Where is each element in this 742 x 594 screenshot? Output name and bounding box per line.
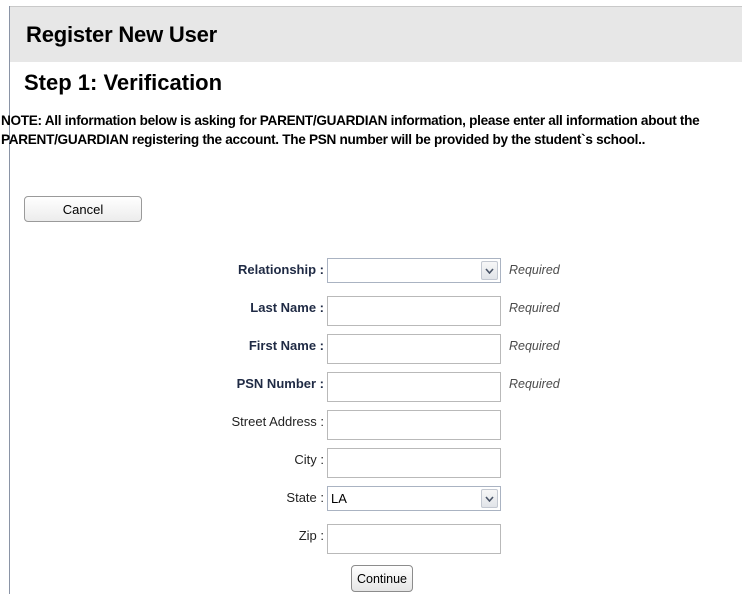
relationship-row: Relationship : Required	[0, 258, 742, 284]
psn-number-required: Required	[509, 377, 560, 391]
first-name-field[interactable]	[327, 334, 501, 364]
psn-number-label: PSN Number :	[236, 376, 324, 391]
zip-label: Zip :	[298, 528, 324, 543]
page-title: Register New User	[26, 22, 218, 47]
relationship-select[interactable]	[327, 258, 501, 283]
psn-number-field[interactable]	[327, 372, 501, 402]
first-name-row: First Name : Required	[0, 334, 742, 364]
note-text: NOTE: All information below is asking fo…	[1, 113, 700, 147]
continue-button[interactable]: Continue	[351, 565, 413, 592]
state-label: State :	[286, 490, 324, 505]
city-label: City :	[294, 452, 324, 467]
step-title: Step 1: Verification	[24, 70, 223, 95]
psn-number-row: PSN Number : Required	[0, 372, 742, 402]
last-name-field[interactable]	[327, 296, 501, 326]
zip-row: Zip :	[0, 524, 742, 554]
chevron-down-icon[interactable]	[481, 261, 498, 280]
first-name-label: First Name :	[248, 338, 324, 353]
state-select-value: LA	[331, 491, 347, 506]
street-address-label: Street Address :	[231, 414, 325, 429]
city-row: City :	[0, 448, 742, 478]
street-address-row: Street Address :	[0, 410, 742, 440]
street-address-field[interactable]	[327, 410, 501, 440]
chevron-down-icon[interactable]	[481, 489, 498, 508]
last-name-required: Required	[509, 301, 560, 315]
relationship-required: Required	[509, 263, 560, 277]
last-name-label: Last Name :	[250, 300, 324, 315]
relationship-label: Relationship :	[238, 262, 324, 277]
last-name-row: Last Name : Required	[0, 296, 742, 326]
first-name-required: Required	[509, 339, 560, 353]
state-row: State : LA	[0, 486, 742, 512]
zip-field[interactable]	[327, 524, 501, 554]
city-field[interactable]	[327, 448, 501, 478]
cancel-button[interactable]: Cancel	[24, 196, 142, 222]
state-select[interactable]: LA	[327, 486, 501, 511]
